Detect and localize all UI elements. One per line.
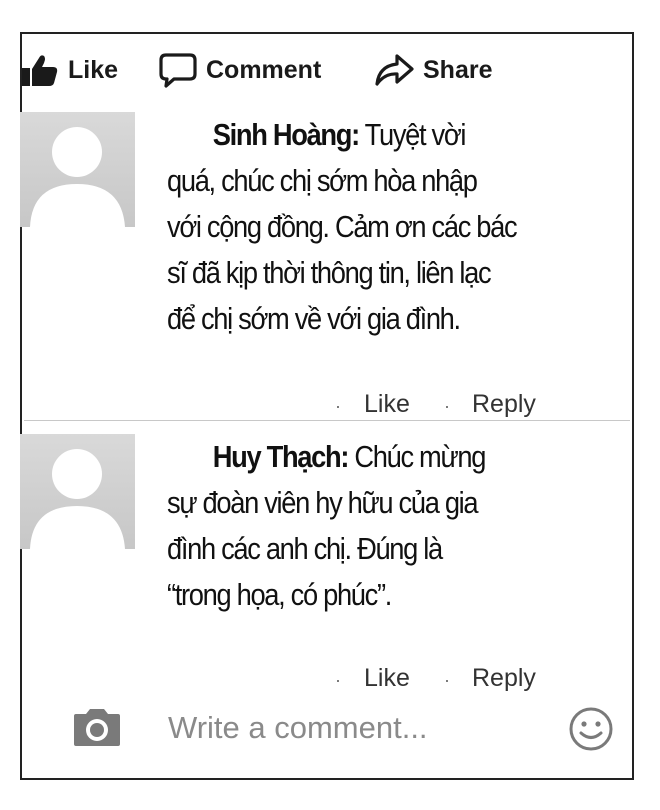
thumbs-up-icon (20, 53, 60, 87)
comment-button[interactable]: Comment (158, 50, 321, 90)
comment-input[interactable] (168, 706, 548, 750)
separator-dot: · (444, 396, 450, 416)
comment-line: Chúc mừng (354, 439, 486, 474)
like-button[interactable]: Like (20, 50, 118, 90)
comment-label: Comment (206, 55, 322, 84)
comment-reply-link[interactable]: Reply (472, 390, 536, 419)
default-avatar-icon[interactable] (20, 112, 135, 227)
share-button[interactable]: Share (373, 50, 492, 90)
comment-composer (20, 700, 620, 756)
comment-line: sự đoàn viên hy hữu của gia (167, 485, 479, 520)
comment-like-link[interactable]: Like (364, 664, 410, 693)
separator-dot: · (335, 396, 341, 416)
comment-text: Huy Thạch: Chúc mừng sự đoàn viên hy hữu… (167, 434, 596, 618)
comment-divider (24, 420, 630, 421)
like-label: Like (68, 55, 119, 84)
camera-icon[interactable] (70, 708, 124, 753)
comment-line: sĩ đã kịp thời thông tin, liên lạc (167, 255, 492, 290)
post-action-bar: Like Comment Share (20, 50, 580, 90)
comment-line: với cộng đồng. Cảm ơn các bác (167, 209, 518, 244)
separator-dot: · (335, 670, 341, 690)
comment-reply-link[interactable]: Reply (472, 664, 536, 693)
smiley-icon[interactable] (568, 706, 614, 757)
comment-author[interactable]: Huy Thạch: (167, 439, 350, 474)
speech-bubble-icon (158, 52, 198, 88)
comment-like-link[interactable]: Like (364, 390, 410, 419)
comment-text: Sinh Hoàng: Tuyệt vời quá, chúc chị sớm … (167, 112, 596, 342)
comment-line: quá, chúc chị sớm hòa nhập (167, 163, 478, 198)
default-avatar-icon[interactable] (20, 434, 135, 549)
comment-line: “trong họa, có phúc”. (167, 577, 392, 612)
separator-dot: · (444, 670, 450, 690)
share-arrow-icon (373, 52, 415, 88)
comment-author[interactable]: Sinh Hoàng: (167, 117, 360, 152)
comment-line: Tuyệt vời (364, 117, 467, 152)
comment-line: để chị sớm về với gia đình. (167, 301, 461, 336)
comment-line: đình các anh chị. Đúng là (167, 531, 443, 566)
share-label: Share (423, 55, 493, 84)
